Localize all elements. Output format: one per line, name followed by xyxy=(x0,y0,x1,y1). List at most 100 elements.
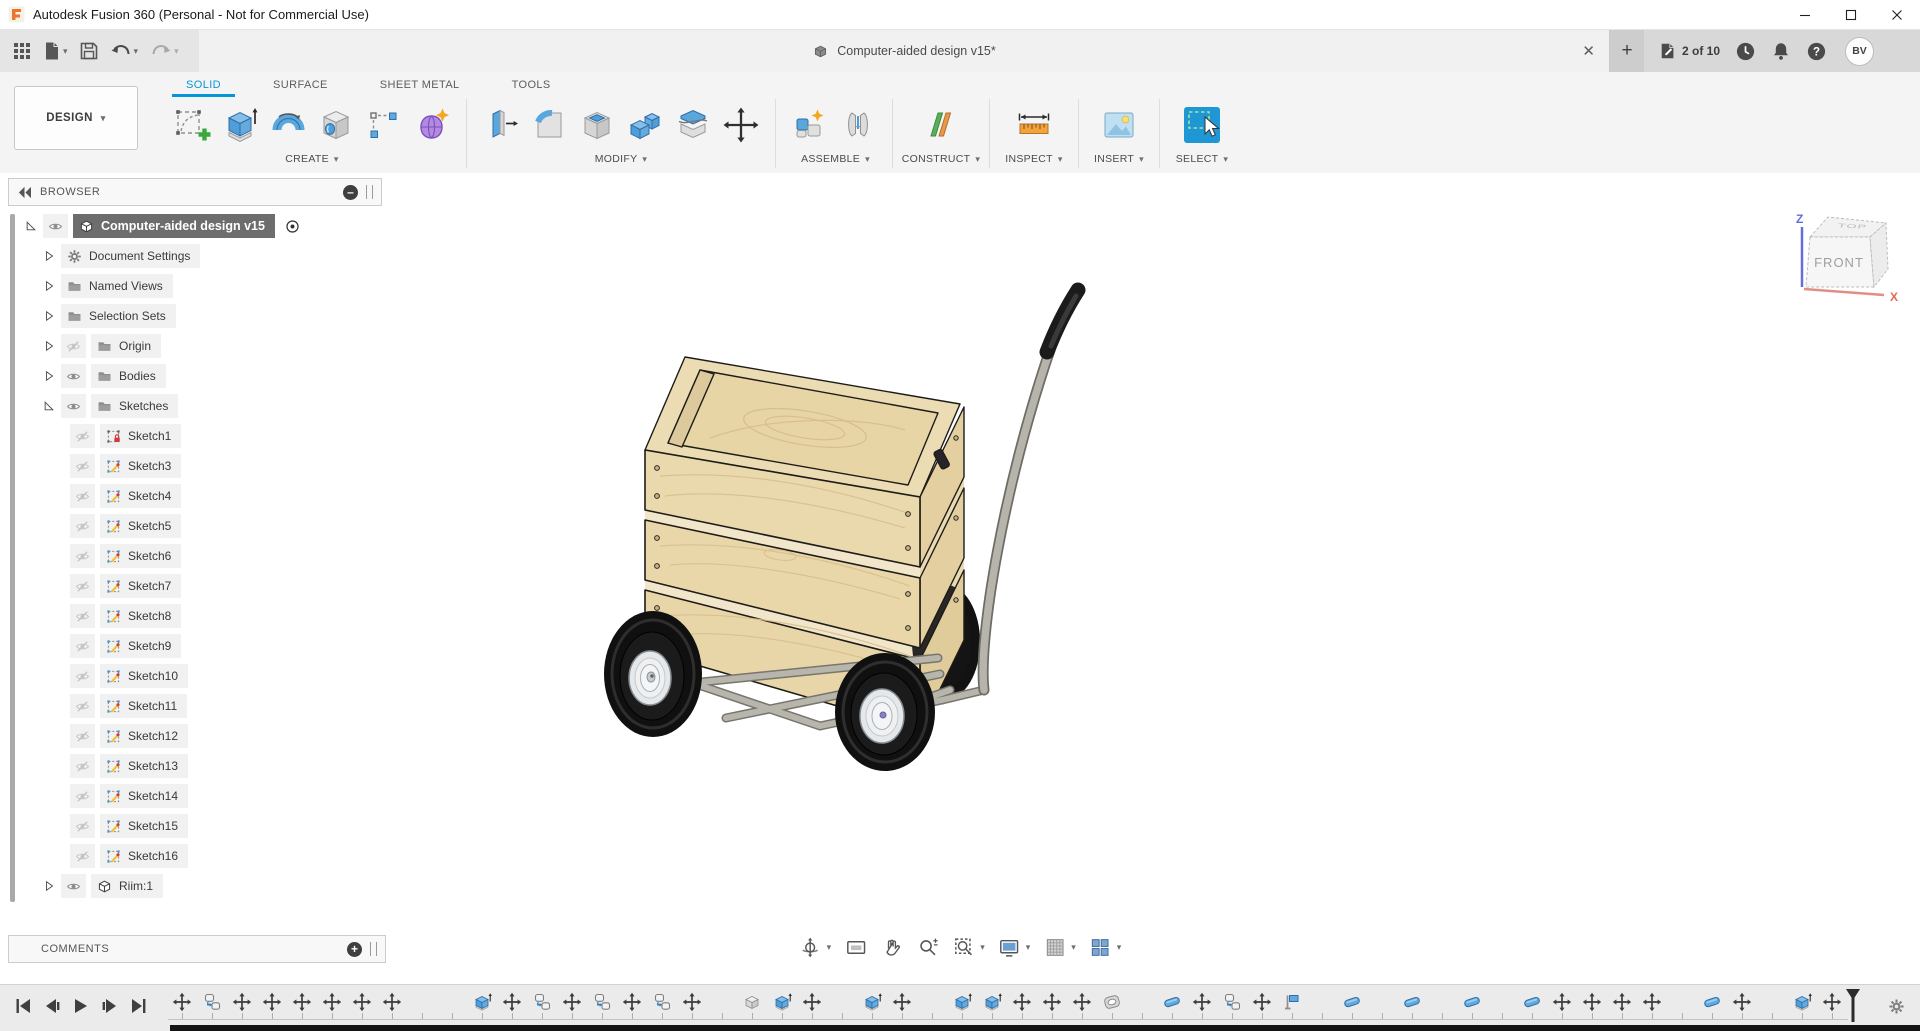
user-avatar[interactable]: BV xyxy=(1845,36,1875,66)
browser-item-sketch13[interactable]: Sketch13 xyxy=(100,754,189,778)
tab-tools[interactable]: TOOLS xyxy=(486,72,577,97)
visibility-toggle[interactable] xyxy=(70,694,95,718)
close-button[interactable] xyxy=(1874,0,1920,29)
visibility-off-icon[interactable] xyxy=(74,608,91,625)
visibility-off-icon[interactable] xyxy=(74,818,91,835)
combine-icon[interactable] xyxy=(625,105,665,145)
visibility-toggle[interactable] xyxy=(70,664,95,688)
file-menu-button[interactable]: ▾ xyxy=(38,35,73,67)
tab-solid[interactable]: SOLID xyxy=(160,72,247,97)
select-tool-icon[interactable] xyxy=(1182,105,1222,145)
visibility-off-icon[interactable] xyxy=(74,488,91,505)
browser-item-sketch4[interactable]: Sketch4 xyxy=(100,484,182,508)
viewport-canvas[interactable]: BROWSER – Computer-aided design v15 Docum… xyxy=(0,173,1920,985)
grid-caret[interactable]: ▾ xyxy=(1071,942,1076,953)
browser-row-selection-sets[interactable]: Selection Sets xyxy=(8,301,382,331)
visibility-off-icon[interactable] xyxy=(74,758,91,775)
timeline-feature-move-4[interactable] xyxy=(262,992,282,1019)
new-tab-button[interactable]: + xyxy=(1610,30,1644,72)
create-form-icon[interactable] xyxy=(412,105,452,145)
browser-item-sketch5[interactable]: Sketch5 xyxy=(100,514,182,538)
visibility-off-icon[interactable] xyxy=(74,518,91,535)
timeline-feature-pill-52[interactable] xyxy=(1702,992,1722,1019)
timeline-feature-move-53[interactable] xyxy=(1732,992,1752,1019)
extrude-icon[interactable] xyxy=(220,105,260,145)
visibility-toggle[interactable] xyxy=(43,214,68,238)
comments-expand-icon[interactable]: + xyxy=(347,941,362,957)
timeline-feature-extrude-24[interactable] xyxy=(862,992,882,1019)
visibility-toggle[interactable] xyxy=(70,544,95,568)
browser-item-selection-sets[interactable]: Selection Sets xyxy=(61,304,176,328)
orbit-button[interactable]: ▾ xyxy=(799,936,831,959)
undo-caret[interactable]: ▾ xyxy=(134,46,139,57)
visibility-off-icon[interactable] xyxy=(65,338,82,355)
visibility-toggle[interactable] xyxy=(61,874,86,898)
visibility-toggle[interactable] xyxy=(70,784,95,808)
timeline-feature-move-29[interactable] xyxy=(1012,992,1032,1019)
browser-item-sketch14[interactable]: Sketch14 xyxy=(100,784,189,808)
fillet-icon[interactable] xyxy=(529,105,569,145)
comments-header[interactable]: COMMENTS + xyxy=(8,935,386,963)
visibility-toggle[interactable] xyxy=(70,454,95,478)
browser-item-computer-aided-design-v15[interactable]: Computer-aided design v15 xyxy=(73,214,275,238)
wagon-3d-model[interactable] xyxy=(590,260,1350,840)
split-body-icon[interactable] xyxy=(673,105,713,145)
timeline-feature-extrude-28[interactable] xyxy=(982,992,1002,1019)
zoom-button[interactable] xyxy=(916,936,939,959)
visibility-toggle[interactable] xyxy=(70,754,95,778)
browser-row-sketch16[interactable]: Sketch16 xyxy=(8,841,382,871)
tab-surface[interactable]: SURFACE xyxy=(247,72,354,97)
browser-item-origin[interactable]: Origin xyxy=(91,334,162,358)
visibility-off-icon[interactable] xyxy=(74,458,91,475)
timeline-feature-move-3[interactable] xyxy=(232,992,252,1019)
timeline-feature-move-18[interactable] xyxy=(682,992,702,1019)
fit-caret[interactable]: ▾ xyxy=(980,942,985,953)
timeline-feature-pill-46[interactable] xyxy=(1522,992,1542,1019)
workspace-selector[interactable]: DESIGN ▾ xyxy=(14,86,138,150)
timeline-feature-extrude-21[interactable] xyxy=(772,992,792,1019)
visibility-on-icon[interactable] xyxy=(47,218,64,235)
insert-image-icon[interactable] xyxy=(1099,105,1139,145)
comments-drag-grip[interactable] xyxy=(370,942,377,956)
expand-open-icon[interactable] xyxy=(24,219,38,233)
display-settings-button[interactable]: ▾ xyxy=(998,936,1030,959)
visibility-on-icon[interactable] xyxy=(65,368,82,385)
visibility-toggle[interactable] xyxy=(70,604,95,628)
group-label-inspect[interactable]: INSPECT ▾ xyxy=(1005,153,1062,165)
grid-layout-button[interactable]: ▾ xyxy=(1043,936,1076,959)
browser-item-sketch7[interactable]: Sketch7 xyxy=(100,574,182,598)
timeline-feature-sketch-39[interactable] xyxy=(1312,992,1332,1019)
browser-row-sketch4[interactable]: Sketch4 xyxy=(8,481,382,511)
browser-row-origin[interactable]: Origin xyxy=(8,331,382,361)
browser-row-sketch10[interactable]: Sketch10 xyxy=(8,661,382,691)
visibility-off-icon[interactable] xyxy=(74,548,91,565)
timeline-feature-sketch-43[interactable] xyxy=(1432,992,1452,1019)
view-cube[interactable]: FRONT TOP Z X xyxy=(1782,195,1902,313)
shell-icon[interactable] xyxy=(577,105,617,145)
timeline-feature-component-17[interactable] xyxy=(652,992,672,1019)
visibility-off-icon[interactable] xyxy=(74,698,91,715)
browser-row-sketch6[interactable]: Sketch6 xyxy=(8,541,382,571)
hole-icon[interactable] xyxy=(316,105,356,145)
look-at-button[interactable] xyxy=(844,936,867,959)
tab-close-icon[interactable]: ✕ xyxy=(1582,30,1595,72)
timeline-feature-component-13[interactable] xyxy=(532,992,552,1019)
browser-item-riim-1[interactable]: Riim:1 xyxy=(91,874,164,898)
create-sketch-icon[interactable] xyxy=(172,105,212,145)
pan-button[interactable] xyxy=(880,936,903,959)
browser-row-riim-1[interactable]: Riim:1 xyxy=(8,871,382,901)
timeline-feature-move-49[interactable] xyxy=(1612,992,1632,1019)
browser-row-document-settings[interactable]: Document Settings xyxy=(8,241,382,271)
visibility-off-icon[interactable] xyxy=(74,428,91,445)
timeline-feature-move-31[interactable] xyxy=(1072,992,1092,1019)
timeline-position-marker[interactable] xyxy=(1844,989,1862,1023)
undo-button[interactable]: ▾ xyxy=(105,35,144,67)
browser-drag-grip[interactable] xyxy=(366,185,373,199)
browser-item-bodies[interactable]: Bodies xyxy=(91,364,166,388)
timeline-feature-move-56[interactable] xyxy=(1822,992,1842,1019)
help-icon[interactable]: ? xyxy=(1806,41,1827,62)
visibility-toggle[interactable] xyxy=(70,844,95,868)
redo-caret[interactable]: ▾ xyxy=(174,46,179,57)
browser-row-sketch3[interactable]: Sketch3 xyxy=(8,451,382,481)
visibility-toggle[interactable] xyxy=(70,484,95,508)
